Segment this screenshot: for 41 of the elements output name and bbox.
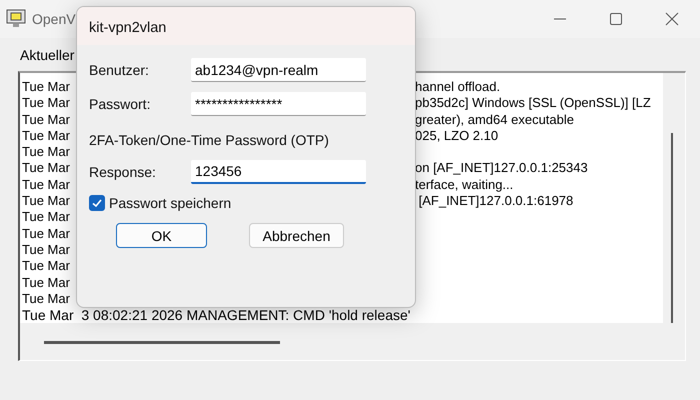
checkbox[interactable] <box>89 195 105 211</box>
log-line: Tue Mar <box>22 209 70 226</box>
log-line: Tue Mar <box>22 274 70 291</box>
section-heading: 2FA-Token/One-Time Password (OTP) <box>89 131 330 150</box>
input-field[interactable]: 123456 <box>191 160 366 184</box>
log-line: terface, waiting... <box>415 176 514 194</box>
ok-button[interactable]: OK <box>116 223 207 248</box>
minimize-icon <box>553 18 567 20</box>
field-label: Passwort: <box>89 96 152 112</box>
window-title: OpenV <box>32 11 76 27</box>
close-icon <box>665 12 679 26</box>
log-line: [AF_INET]127.0.0.1:61978 <box>418 193 574 210</box>
status-label: Aktueller <box>19 46 76 65</box>
log-line: pb35d2c] Windows [SSL (OpenSSL)] [LZ <box>415 95 651 112</box>
log-line: Tue Mar <box>22 193 70 210</box>
log-line: on [AF_INET]127.0.0.1:25343 <box>415 160 588 177</box>
log-line: Tue Mar <box>22 144 70 160</box>
maximize-icon <box>609 12 623 26</box>
field-label: Response: <box>89 164 157 180</box>
checkbox-label[interactable]: Passwort speichern <box>109 195 232 211</box>
input-field[interactable]: **************** <box>191 92 366 116</box>
log-line: Tue Mar <box>22 128 70 144</box>
field-label: Benutzer: <box>89 62 150 78</box>
log-line: Tue Mar <box>22 226 70 242</box>
log-line: Tue Mar <box>22 160 70 177</box>
dialog-title: kit-vpn2vlan <box>77 7 415 45</box>
log-line: greater), amd64 executable <box>415 112 574 128</box>
log-line: Tue Mar <box>22 242 70 258</box>
log-line: 025, LZO 2.10 <box>415 128 498 144</box>
checkmark-icon <box>91 197 103 209</box>
log-line: Tue Mar <box>22 176 70 194</box>
app-icon <box>6 9 28 29</box>
cancel-button[interactable]: Abbrechen <box>249 223 344 248</box>
log-line: Tue Mar <box>22 112 70 128</box>
log-line: Tue Mar <box>22 290 70 308</box>
log-line: Tue Mar <box>22 79 70 96</box>
log-line: Tue Mar <box>22 258 70 275</box>
input-field[interactable]: ab1234@vpn-realm <box>191 58 366 82</box>
log-line: hannel offload. <box>415 79 500 96</box>
log-line: Tue Mar 3 08:02:21 2026 MANAGEMENT: CMD 'hold release' <box>22 307 410 323</box>
log-line: Tue Mar <box>22 95 70 112</box>
